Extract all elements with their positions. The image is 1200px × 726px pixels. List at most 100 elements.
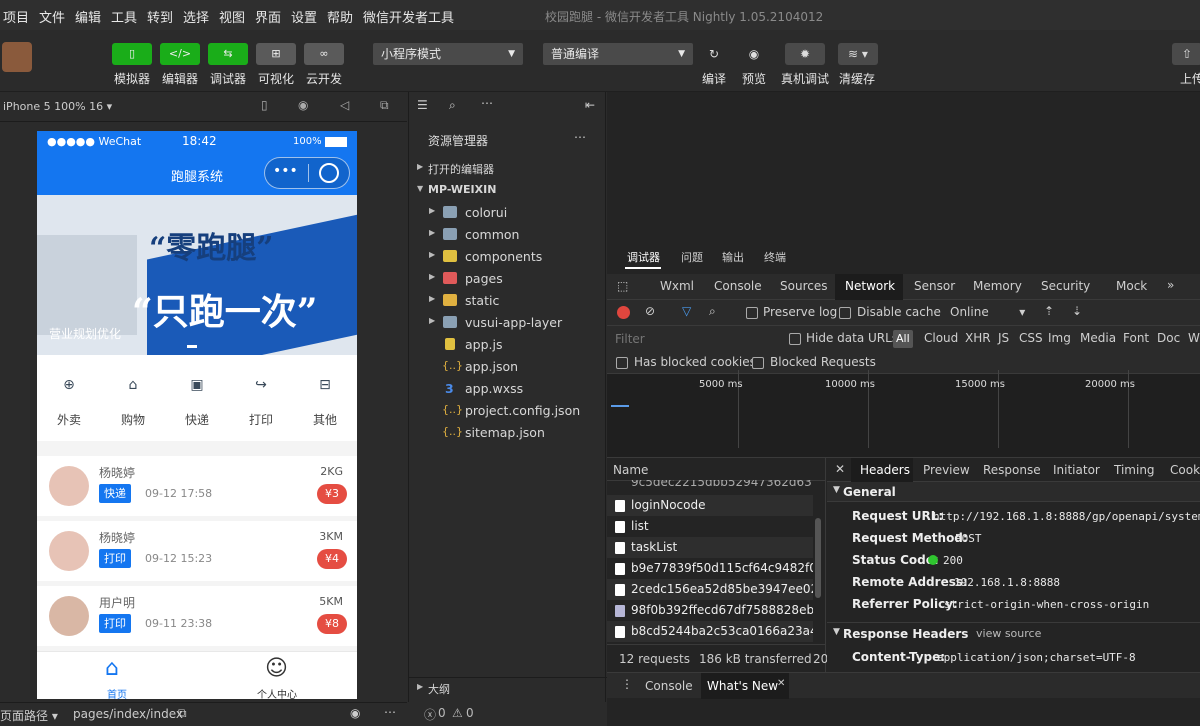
table-row[interactable]: taskList xyxy=(607,537,813,558)
order-card[interactable]: 杨晓婷 打印 09-12 15:23 3KM ¥4 xyxy=(37,521,357,581)
name-column-header[interactable]: Name xyxy=(613,463,648,477)
upload-button[interactable]: ⇧ xyxy=(1172,43,1200,65)
disable-cache-checkbox[interactable] xyxy=(839,307,851,319)
search-icon[interactable]: ⌕ xyxy=(709,304,716,319)
hide-data-urls-checkbox[interactable] xyxy=(789,333,801,345)
banner-swiper[interactable]: “零跑腿” “只跑一次” 营业规划优化 xyxy=(37,195,357,355)
clear-icon[interactable]: ⊘ xyxy=(645,304,655,318)
type-filter-font[interactable]: Font xyxy=(1123,331,1149,345)
menu-project[interactable]: 项目 xyxy=(3,7,29,26)
tab-terminal[interactable]: 终端 xyxy=(764,249,786,265)
tab-network[interactable]: Network xyxy=(845,279,895,293)
tab-debugger[interactable]: 调试器 xyxy=(627,249,660,265)
service-print[interactable]: ↪ 打印 xyxy=(229,355,293,441)
close-icon[interactable]: ✕ xyxy=(835,462,845,476)
menu-view[interactable]: 视图 xyxy=(219,7,245,26)
page-path-label[interactable]: 页面路径 ▾ xyxy=(0,707,58,724)
type-filter-doc[interactable]: Doc xyxy=(1157,331,1180,345)
file-app-json[interactable]: {..} app.json xyxy=(409,356,607,378)
service-other[interactable]: ⊟ 其他 xyxy=(293,355,357,441)
service-express[interactable]: ▣ 快递 xyxy=(165,355,229,441)
table-row[interactable]: 9c5dec2215dbb52947362d63747 xyxy=(607,480,813,494)
menu-goto[interactable]: 转到 xyxy=(147,7,173,26)
tab-console[interactable]: Console xyxy=(714,279,762,293)
table-row[interactable]: b8cd5244ba2c53ca0166a23a4fa0. xyxy=(607,621,813,642)
tab-security[interactable]: Security xyxy=(1041,279,1090,293)
filter-icon[interactable]: ▽ xyxy=(682,304,691,318)
request-list-scrollbar[interactable] xyxy=(815,518,821,598)
device-select[interactable]: iPhone 5 100% 16 ▾ xyxy=(3,100,112,113)
simulator-toggle[interactable]: ▯ xyxy=(112,43,152,65)
more-icon[interactable]: ⋯ xyxy=(384,705,396,719)
menu-help[interactable]: 帮助 xyxy=(327,7,353,26)
outline-section[interactable]: ▶ 大纲 xyxy=(409,677,607,699)
type-filter-img[interactable]: Img xyxy=(1048,331,1071,345)
tab-wxml[interactable]: Wxml xyxy=(660,279,694,293)
open-editors-section[interactable]: ▶ 打开的编辑器 xyxy=(409,158,607,180)
more-tabs-icon[interactable]: » xyxy=(1167,278,1174,292)
download-icon[interactable]: ⇣ xyxy=(1072,304,1082,318)
folder-colorui[interactable]: ▶ colorui xyxy=(409,202,607,224)
service-shopping[interactable]: ⌂ 购物 xyxy=(101,355,165,441)
collapse-icon[interactable]: ⇤ xyxy=(585,98,595,112)
remote-debug-button[interactable]: ✹ xyxy=(785,43,825,65)
copy-icon[interactable]: ⧉ xyxy=(178,706,187,721)
response-headers-section-header[interactable]: ▼ Response Headers view source xyxy=(827,622,1200,642)
table-row[interactable]: 2cedc156ea52d85be3947ee02a10 xyxy=(607,579,813,600)
project-section[interactable]: ▼ MP-WEIXIN xyxy=(409,180,607,202)
tab-memory[interactable]: Memory xyxy=(973,279,1022,293)
drawer-menu-icon[interactable]: ⋮ xyxy=(621,677,633,691)
preview-button[interactable]: ◉ xyxy=(734,43,774,65)
menu-settings[interactable]: 设置 xyxy=(291,7,317,26)
more-icon[interactable]: ⋯ xyxy=(574,130,586,144)
folder-static[interactable]: ▶ static xyxy=(409,290,607,312)
tab-output[interactable]: 输出 xyxy=(722,249,744,265)
folder-vusui-app-layer[interactable]: ▶ vusui-app-layer xyxy=(409,312,607,334)
mode-select[interactable]: 小程序模式 ▼ xyxy=(373,43,523,65)
table-row[interactable]: b9e77839f50d115cf64c9482f0811 xyxy=(607,558,813,579)
tab-timing[interactable]: Timing xyxy=(1114,463,1155,477)
file-project-config-json[interactable]: {..} project.config.json xyxy=(409,400,607,422)
file-sitemap-json[interactable]: {..} sitemap.json xyxy=(409,422,607,444)
type-filter-xhr[interactable]: XHR xyxy=(965,331,991,345)
throttle-select[interactable]: Online ▾ xyxy=(950,305,1025,319)
close-miniprogram-icon[interactable] xyxy=(319,163,339,183)
tab-home[interactable]: ⌂ 首页 xyxy=(77,652,157,699)
record-icon[interactable] xyxy=(617,306,630,319)
problem-counter[interactable]: ⓧ 0 ⚠ 0 xyxy=(408,702,606,726)
type-filter-ws[interactable]: WS xyxy=(1188,331,1200,345)
menu-select[interactable]: 选择 xyxy=(183,7,209,26)
drawer-tab-whats-new[interactable]: What's New xyxy=(707,679,778,693)
type-filter-media[interactable]: Media xyxy=(1080,331,1116,345)
volume-icon[interactable]: ◁ xyxy=(340,98,349,112)
upload-icon[interactable]: ⇡ xyxy=(1044,304,1054,318)
tab-preview[interactable]: Preview xyxy=(923,463,970,477)
inspect-icon[interactable]: ⬚ xyxy=(617,279,628,293)
search-icon[interactable]: ⌕ xyxy=(449,98,456,113)
order-card[interactable]: 用户明 打印 09-11 23:38 5KM ¥8 xyxy=(37,586,357,646)
tab-headers[interactable]: Headers xyxy=(860,463,910,477)
visual-toggle[interactable]: ⊞ xyxy=(256,43,296,65)
menu-interface[interactable]: 界面 xyxy=(255,7,281,26)
compile-select[interactable]: 普通编译 ▼ xyxy=(543,43,693,65)
record-icon[interactable]: ◉ xyxy=(298,98,308,112)
more-icon[interactable]: ••• xyxy=(273,163,298,179)
file-app-js[interactable]: app.js xyxy=(409,334,607,356)
tab-response[interactable]: Response xyxy=(983,463,1041,477)
tab-cookies[interactable]: Cookies xyxy=(1170,463,1200,477)
popout-icon[interactable]: ⧉ xyxy=(380,98,389,113)
tab-profile[interactable]: ☺ 个人中心 xyxy=(237,652,317,699)
phone-icon[interactable]: ▯ xyxy=(261,98,268,112)
cloud-toggle[interactable]: ∞ xyxy=(304,43,344,65)
blocked-requests-checkbox[interactable] xyxy=(752,357,764,369)
editor-toggle[interactable]: </> xyxy=(160,43,200,65)
menu-wechat-devtools[interactable]: 微信开发者工具 xyxy=(363,7,454,26)
tab-sources[interactable]: Sources xyxy=(780,279,827,293)
drawer-tab-console[interactable]: Console xyxy=(645,679,693,693)
menu-tools[interactable]: 工具 xyxy=(111,7,137,26)
project-avatar[interactable] xyxy=(2,42,32,72)
service-takeout[interactable]: ⊕ 外卖 xyxy=(37,355,101,441)
type-filter-js[interactable]: JS xyxy=(998,331,1009,345)
type-filter-css[interactable]: CSS xyxy=(1019,331,1043,345)
view-source-link[interactable]: view source xyxy=(976,627,1041,640)
